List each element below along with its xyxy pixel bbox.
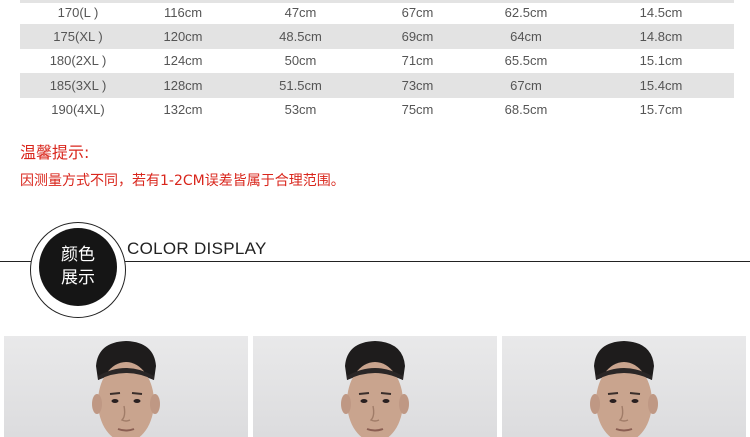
cell: 51.5cm xyxy=(279,77,322,93)
section-badge-inner: 颜色 展示 xyxy=(39,228,117,306)
cell: 116cm xyxy=(163,4,203,20)
size-table: 170(L ) 116cm 47cm 67cm 62.5cm 14.5cm 17… xyxy=(20,0,734,122)
cell: 67cm xyxy=(401,4,434,20)
tip-title: 温馨提示: xyxy=(20,143,90,162)
section-title: COLOR DISPLAY xyxy=(127,239,267,258)
cell: 15.4cm xyxy=(639,77,683,93)
size-cell: 180(2XL ) xyxy=(49,53,107,69)
size-cell: 170(L ) xyxy=(57,4,99,20)
cell: 15.1cm xyxy=(639,53,683,69)
cell: 73cm xyxy=(401,77,434,93)
section-badge: 颜色 展示 xyxy=(30,222,126,318)
size-cell: 185(3XL ) xyxy=(49,77,107,93)
cell: 71cm xyxy=(401,53,434,69)
model-photo xyxy=(253,336,497,437)
tip-text: 因测量方式不同，若有1-2CM误差皆属于合理范围。 xyxy=(20,173,345,189)
cell: 69cm xyxy=(401,29,434,45)
table-row: 170(L ) 116cm 47cm 67cm 62.5cm 14.5cm xyxy=(20,0,734,24)
cell: 120cm xyxy=(163,29,203,45)
cell: 128cm xyxy=(163,77,203,93)
cell: 53cm xyxy=(284,102,317,118)
cell: 14.5cm xyxy=(639,4,683,20)
model-photo xyxy=(4,336,248,437)
cell: 65.5cm xyxy=(504,53,548,69)
cell: 67cm xyxy=(510,77,542,93)
cell: 62.5cm xyxy=(504,4,548,20)
model-head-illustration xyxy=(92,341,160,437)
cell: 64cm xyxy=(510,29,542,45)
cell: 48.5cm xyxy=(279,29,322,45)
cell: 68.5cm xyxy=(504,102,548,118)
badge-line-1: 颜色 xyxy=(61,245,95,265)
table-row: 185(3XL ) 128cm 51.5cm 73cm 67cm 15.4cm xyxy=(20,73,734,98)
cell: 124cm xyxy=(163,53,203,69)
badge-line-2: 展示 xyxy=(61,268,95,288)
cell: 50cm xyxy=(284,53,317,69)
model-head-illustration xyxy=(341,341,409,437)
size-cell: 190(4XL) xyxy=(51,102,105,118)
cell: 14.8cm xyxy=(639,29,683,45)
cell: 75cm xyxy=(401,102,434,118)
size-cell: 175(XL ) xyxy=(53,29,103,45)
table-row: 180(2XL ) 124cm 50cm 71cm 65.5cm 15.1cm xyxy=(20,49,734,73)
model-head-illustration xyxy=(590,341,658,437)
table-row: 175(XL ) 120cm 48.5cm 69cm 64cm 14.8cm xyxy=(20,24,734,49)
table-row: 190(4XL) 132cm 53cm 75cm 68.5cm 15.7cm xyxy=(20,98,734,122)
model-photo xyxy=(502,336,746,437)
cell: 132cm xyxy=(163,102,203,118)
cell: 15.7cm xyxy=(639,102,683,118)
cell: 47cm xyxy=(284,4,317,20)
